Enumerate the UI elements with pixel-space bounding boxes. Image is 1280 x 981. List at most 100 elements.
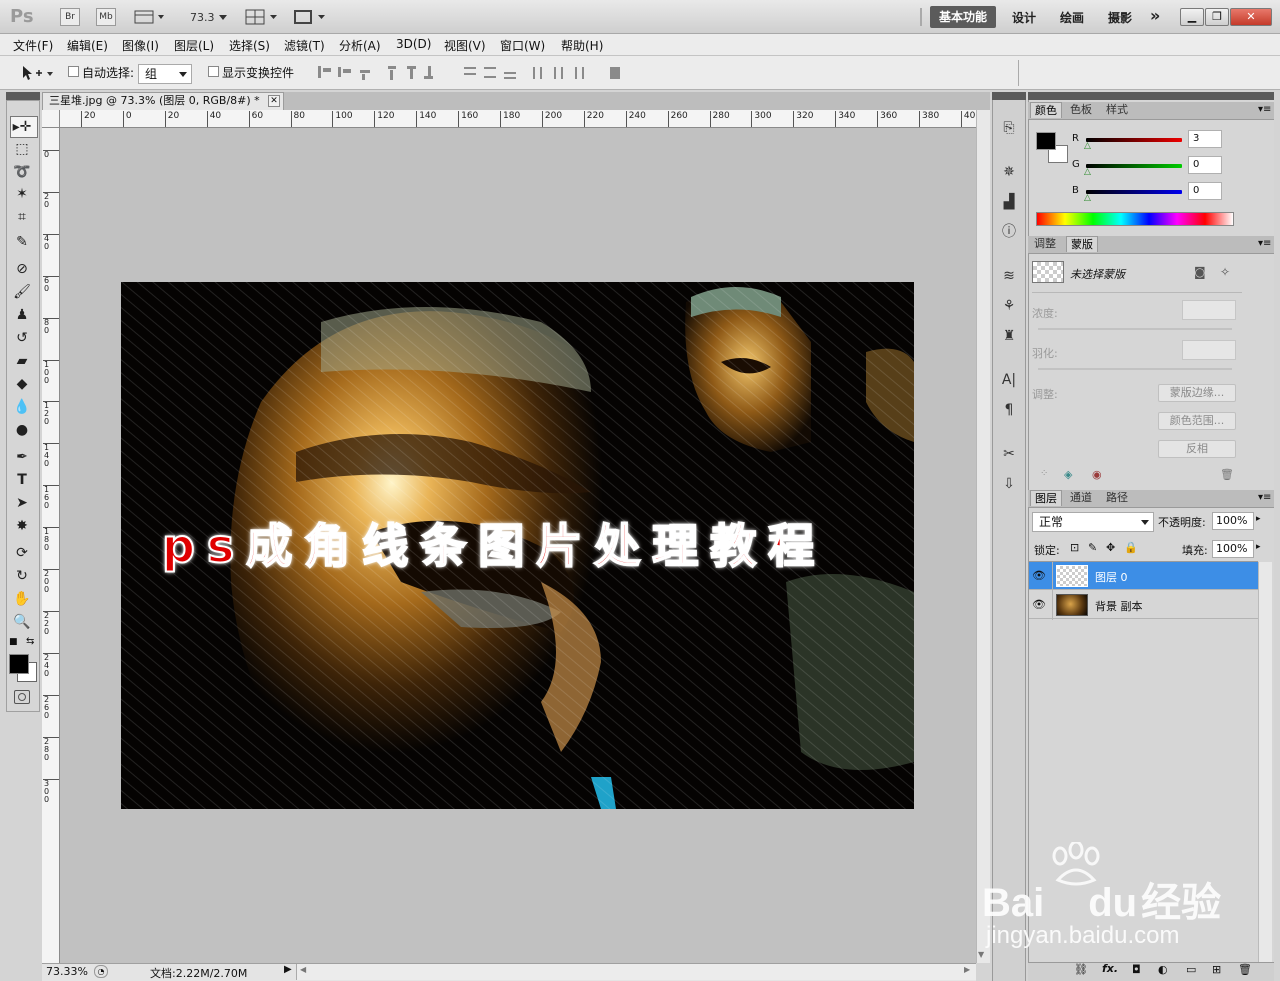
status-zoom[interactable]: 73.33% — [46, 965, 88, 978]
mask-edge-button[interactable]: 蒙版边缘... — [1158, 384, 1236, 402]
more-workspaces-button[interactable]: » — [1150, 6, 1160, 25]
slider-thumb-icon[interactable]: △ — [1084, 193, 1091, 203]
quick-select-tool-icon[interactable]: ✶ — [9, 184, 35, 204]
clone-source-panel-icon[interactable]: ♜ — [998, 326, 1020, 346]
color-spectrum-ramp[interactable] — [1036, 212, 1234, 226]
histogram-panel-icon[interactable]: ▟ — [998, 192, 1020, 212]
menu-view[interactable]: 视图(V) — [444, 37, 486, 54]
menu-layer[interactable]: 图层(L) — [174, 37, 214, 54]
eraser-tool-icon[interactable]: ▰ — [9, 351, 35, 371]
layer-style-icon[interactable]: fx. — [1102, 962, 1118, 975]
new-layer-icon[interactable]: ⊞ — [1212, 963, 1221, 976]
fill-field[interactable]: 100% — [1212, 540, 1254, 558]
workspace-design[interactable]: 设计 — [1012, 9, 1036, 26]
marquee-tool-icon[interactable]: ⬚ — [9, 139, 35, 159]
scroll-down-icon[interactable]: ▼ — [978, 950, 984, 959]
vertical-scrollbar[interactable] — [976, 110, 990, 963]
workspace-essentials[interactable]: 基本功能 — [930, 6, 996, 28]
tab-paths[interactable]: 路径 — [1102, 490, 1132, 506]
auto-select-dropdown[interactable]: 组 — [138, 64, 192, 84]
panel-menu-icon[interactable]: ▾≡ — [1258, 238, 1271, 249]
feather-field[interactable] — [1182, 340, 1236, 360]
panel-menu-icon[interactable]: ▾≡ — [1258, 104, 1271, 115]
zoom-tool-icon[interactable]: 🔍 — [9, 612, 35, 632]
menu-image[interactable]: 图像(I) — [122, 37, 159, 54]
density-slider[interactable] — [1038, 328, 1232, 330]
blur-tool-icon[interactable]: 💧 — [9, 397, 35, 417]
foreground-color-swatch[interactable] — [9, 654, 29, 674]
brush-tool-icon[interactable]: 🖌 — [9, 282, 35, 302]
type-tool-icon[interactable]: T — [9, 470, 35, 490]
slider-thumb-icon[interactable]: △ — [1084, 141, 1091, 151]
bridge-button[interactable]: Br — [60, 8, 80, 26]
default-colors-icon[interactable]: ■ — [9, 637, 18, 647]
tab-color[interactable]: 颜色 — [1030, 102, 1062, 118]
tab-styles[interactable]: 样式 — [1102, 102, 1132, 118]
channel-r-value[interactable]: 3 — [1188, 130, 1222, 148]
layer-name[interactable]: 图层 0 — [1095, 569, 1128, 585]
menu-filter[interactable]: 滤镜(T) — [284, 37, 325, 54]
pen-tool-icon[interactable]: ✒ — [9, 447, 35, 467]
tool-presets-panel-icon[interactable]: ✂ — [998, 444, 1020, 464]
color-range-button[interactable]: 颜色范围... — [1158, 412, 1236, 430]
healing-brush-tool-icon[interactable]: ⊘ — [9, 259, 35, 279]
apply-mask-icon[interactable]: ◈ — [1064, 468, 1072, 481]
screen-mode-dropdown[interactable] — [293, 9, 329, 28]
minimize-button[interactable]: ▁ — [1180, 8, 1204, 26]
channel-b-value[interactable]: 0 — [1188, 182, 1222, 200]
ruler-origin[interactable] — [42, 110, 60, 128]
density-field[interactable] — [1182, 300, 1236, 320]
close-document-button[interactable]: ✕ — [268, 95, 280, 107]
dodge-tool-icon[interactable]: ● — [9, 420, 35, 440]
swap-colors-icon[interactable]: ⇆ — [26, 636, 34, 647]
menu-help[interactable]: 帮助(H) — [561, 37, 603, 54]
fill-slider-arrow-icon[interactable]: ▸ — [1256, 542, 1261, 552]
zoom-level[interactable]: 73.3 — [190, 11, 215, 24]
opacity-field[interactable]: 100% — [1212, 512, 1254, 530]
lock-position-icon[interactable]: ✥ — [1106, 541, 1115, 554]
blend-mode-dropdown[interactable]: 正常 — [1032, 512, 1154, 532]
visibility-eye-icon[interactable]: 👁 — [1032, 569, 1048, 582]
channel-g-value[interactable]: 0 — [1188, 156, 1222, 174]
menu-window[interactable]: 窗口(W) — [500, 37, 545, 54]
hand-tool-icon[interactable]: ✋ — [9, 589, 35, 609]
link-layers-icon[interactable]: ⛓ — [1074, 963, 1088, 976]
history-brush-tool-icon[interactable]: ↺ — [9, 328, 35, 348]
navigator-panel-icon[interactable]: ✵ — [998, 162, 1020, 182]
lock-image-icon[interactable]: ✎ — [1088, 541, 1097, 554]
load-selection-icon[interactable]: ⁘ — [1040, 468, 1048, 479]
invert-button[interactable]: 反相 — [1158, 440, 1236, 458]
status-menu-arrow-icon[interactable]: ▶ — [284, 964, 292, 975]
scroll-left-icon[interactable]: ◀ — [300, 965, 306, 974]
auto-select-checkbox[interactable] — [68, 66, 79, 80]
align-buttons-group[interactable] — [318, 64, 638, 85]
layers-scrollbar[interactable] — [1258, 562, 1272, 962]
channel-g-slider[interactable] — [1086, 164, 1182, 168]
lock-all-icon[interactable]: 🔒 — [1124, 541, 1138, 554]
scroll-right-icon[interactable]: ▶ — [964, 965, 970, 974]
menu-file[interactable]: 文件(F) — [13, 37, 53, 54]
lasso-tool-icon[interactable]: ➰ — [9, 162, 35, 182]
add-mask-icon[interactable]: ◘ — [1132, 963, 1141, 976]
tab-channels[interactable]: 通道 — [1066, 490, 1096, 506]
clone-stamp-tool-icon[interactable]: ♟ — [9, 305, 35, 325]
brushes-panel-icon[interactable]: ⚘ — [998, 296, 1020, 316]
history-panel-icon[interactable]: ⎘ — [998, 118, 1020, 138]
close-button[interactable]: ✕ — [1230, 8, 1272, 26]
show-transform-checkbox[interactable] — [208, 66, 219, 80]
zoom-dropdown[interactable] — [218, 11, 228, 25]
new-group-icon[interactable]: ▭ — [1186, 963, 1196, 976]
arrange-documents-dropdown[interactable] — [245, 9, 281, 28]
opacity-slider-arrow-icon[interactable]: ▸ — [1256, 514, 1261, 524]
channel-b-slider[interactable] — [1086, 190, 1182, 194]
menu-select[interactable]: 选择(S) — [229, 37, 270, 54]
eyedropper-tool-icon[interactable]: ✎ — [9, 232, 35, 252]
view-extras-dropdown[interactable] — [134, 10, 168, 24]
disable-mask-icon[interactable]: ◉ — [1092, 468, 1102, 481]
delete-mask-icon[interactable]: 🗑 — [1220, 468, 1234, 481]
crop-tool-icon[interactable]: ⌗ — [9, 207, 35, 227]
pixel-mask-icon[interactable]: ◙ — [1194, 265, 1206, 279]
3d-rotate-tool-icon[interactable]: ⟳ — [9, 543, 35, 563]
channel-r-slider[interactable] — [1086, 138, 1182, 142]
workspace-photography[interactable]: 摄影 — [1108, 9, 1132, 26]
